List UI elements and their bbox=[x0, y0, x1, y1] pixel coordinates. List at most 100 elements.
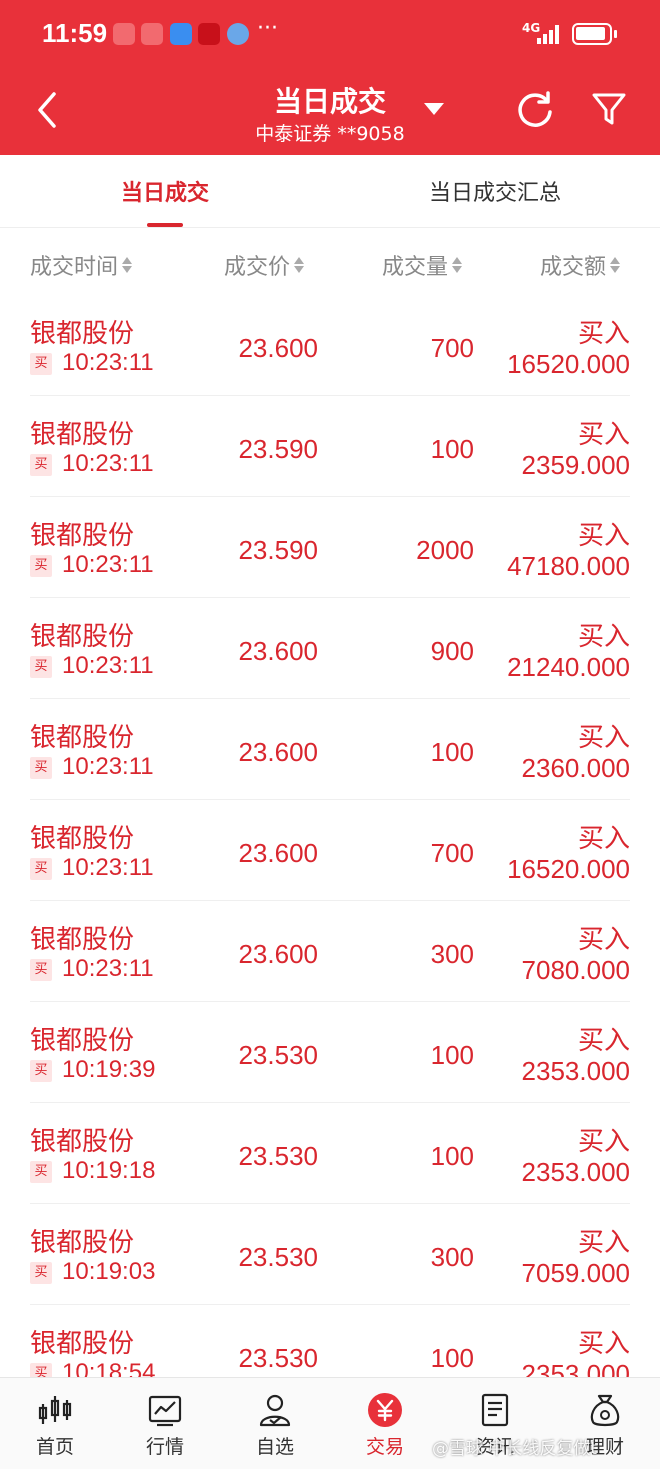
trade-quantity: 100 bbox=[430, 1343, 474, 1373]
stock-name: 银都股份 bbox=[30, 521, 135, 551]
trade-direction: 买入 bbox=[577, 622, 630, 652]
sort-icon bbox=[122, 256, 133, 274]
column-header-quantity[interactable]: 成交量 bbox=[382, 249, 463, 281]
buy-tag: 买 bbox=[30, 353, 52, 375]
table-row[interactable]: 银都股份 买 10:23:11 23.590 100 买入 2359.000 bbox=[0, 396, 660, 497]
nav-trade[interactable]: 交易 bbox=[330, 1378, 440, 1469]
refresh-icon bbox=[518, 91, 552, 127]
trade-time: 10:19:39 bbox=[62, 1056, 156, 1083]
trade-direction: 买入 bbox=[577, 1228, 630, 1258]
trade-quantity: 2000 bbox=[416, 535, 474, 565]
nav-market[interactable]: 行情 bbox=[110, 1378, 220, 1469]
table-row[interactable]: 银都股份 买 10:23:11 23.600 700 买入 16520.000 bbox=[0, 800, 660, 901]
active-tab-indicator bbox=[147, 223, 183, 227]
stock-name: 银都股份 bbox=[30, 622, 135, 652]
column-header-time[interactable]: 成交时间 bbox=[30, 249, 133, 281]
table-row[interactable]: 银都股份 买 10:19:03 23.530 300 买入 7059.000 bbox=[0, 1204, 660, 1305]
trade-price: 23.600 bbox=[238, 333, 318, 363]
column-header-price[interactable]: 成交价 bbox=[224, 249, 305, 281]
stock-name: 银都股份 bbox=[30, 1127, 135, 1157]
stock-name: 银都股份 bbox=[30, 1026, 135, 1056]
trade-direction: 买入 bbox=[577, 925, 630, 955]
trade-price: 23.530 bbox=[238, 1040, 318, 1070]
trade-amount: 47180.000 bbox=[507, 551, 630, 581]
table-row[interactable]: 银都股份 买 10:23:11 23.600 300 买入 7080.000 bbox=[0, 901, 660, 1002]
trade-direction: 买入 bbox=[577, 319, 630, 349]
trade-quantity: 100 bbox=[430, 1040, 474, 1070]
table-row[interactable]: 银都股份 买 10:19:18 23.530 100 买入 2353.000 bbox=[0, 1103, 660, 1204]
message-notification-icon bbox=[170, 23, 192, 45]
filter-button[interactable] bbox=[588, 88, 630, 130]
trade-price: 23.590 bbox=[238, 434, 318, 464]
sort-icon bbox=[294, 256, 305, 274]
trade-direction: 买入 bbox=[577, 1026, 630, 1056]
sort-icon bbox=[452, 256, 463, 274]
trade-price: 23.530 bbox=[238, 1343, 318, 1373]
buy-tag: 买 bbox=[30, 1161, 52, 1183]
table-row[interactable]: 银都股份 买 10:19:39 23.530 100 买入 2353.000 bbox=[0, 1002, 660, 1103]
trade-price: 23.600 bbox=[238, 838, 318, 868]
nav-watchlist[interactable]: 自选 bbox=[220, 1378, 330, 1469]
signal-icon bbox=[537, 24, 563, 44]
refresh-button[interactable] bbox=[514, 88, 556, 130]
trade-direction: 买入 bbox=[577, 723, 630, 753]
app-notification-icon bbox=[227, 23, 249, 45]
account-dropdown-icon[interactable] bbox=[424, 103, 444, 115]
stock-name: 银都股份 bbox=[30, 319, 135, 349]
nav-label: 交易 bbox=[365, 1436, 404, 1458]
trade-quantity: 300 bbox=[430, 1242, 474, 1272]
nav-label: 自选 bbox=[255, 1436, 294, 1458]
back-arrow-icon bbox=[38, 92, 56, 128]
buy-tag: 买 bbox=[30, 959, 52, 981]
trade-amount: 16520.000 bbox=[507, 349, 630, 379]
trade-amount: 2360.000 bbox=[521, 753, 630, 783]
trade-time: 10:19:03 bbox=[62, 1258, 156, 1285]
column-header-label: 成交价 bbox=[224, 255, 291, 280]
table-row[interactable]: 银都股份 买 10:23:11 23.600 700 买入 16520.000 bbox=[0, 295, 660, 396]
trade-time: 10:23:11 bbox=[62, 854, 154, 881]
account-label[interactable]: 中泰证券 **9058 bbox=[230, 119, 430, 146]
trade-quantity: 700 bbox=[430, 333, 474, 363]
trade-time: 10:23:11 bbox=[62, 753, 154, 780]
trade-quantity: 300 bbox=[430, 939, 474, 969]
stock-notification-icon bbox=[198, 23, 220, 45]
notification-icon bbox=[141, 23, 163, 45]
trade-price: 23.600 bbox=[238, 939, 318, 969]
back-button[interactable] bbox=[28, 90, 68, 130]
trade-direction: 买入 bbox=[577, 1329, 630, 1359]
user-icon bbox=[259, 1394, 291, 1427]
trade-price: 23.600 bbox=[238, 737, 318, 767]
nav-label: 首页 bbox=[35, 1436, 74, 1458]
trade-time: 10:23:11 bbox=[62, 349, 154, 376]
stock-name: 银都股份 bbox=[30, 925, 135, 955]
stock-name: 银都股份 bbox=[30, 723, 135, 753]
table-row[interactable]: 银都股份 买 10:23:11 23.590 2000 买入 47180.000 bbox=[0, 497, 660, 598]
buy-tag: 买 bbox=[30, 454, 52, 476]
trade-quantity: 900 bbox=[430, 636, 474, 666]
trade-direction: 买入 bbox=[577, 420, 630, 450]
trade-amount: 7059.000 bbox=[521, 1258, 630, 1288]
table-row[interactable]: 银都股份 买 10:23:11 23.600 900 买入 21240.000 bbox=[0, 598, 660, 699]
trade-amount: 2353.000 bbox=[521, 1157, 630, 1187]
buy-tag: 买 bbox=[30, 858, 52, 880]
stock-name: 银都股份 bbox=[30, 420, 135, 450]
tab-today-trades[interactable]: 当日成交 bbox=[100, 175, 230, 207]
trade-quantity: 700 bbox=[430, 838, 474, 868]
buy-tag: 买 bbox=[30, 656, 52, 678]
notification-icon bbox=[113, 23, 135, 45]
trade-price: 23.590 bbox=[238, 535, 318, 565]
buy-tag: 买 bbox=[30, 757, 52, 779]
buy-tag: 买 bbox=[30, 555, 52, 577]
trade-price: 23.530 bbox=[238, 1242, 318, 1272]
more-notifications-icon: ··· bbox=[257, 16, 278, 41]
status-time: 11:59 bbox=[42, 18, 108, 48]
trade-direction: 买入 bbox=[577, 521, 630, 551]
candlestick-icon bbox=[38, 1396, 72, 1424]
column-header-label: 成交额 bbox=[540, 255, 607, 280]
nav-home[interactable]: 首页 bbox=[0, 1378, 110, 1469]
column-header-amount[interactable]: 成交额 bbox=[540, 249, 621, 281]
trade-quantity: 100 bbox=[430, 434, 474, 464]
tab-today-trades-summary[interactable]: 当日成交汇总 bbox=[400, 175, 590, 207]
trade-quantity: 100 bbox=[430, 737, 474, 767]
table-row[interactable]: 银都股份 买 10:23:11 23.600 100 买入 2360.000 bbox=[0, 699, 660, 800]
